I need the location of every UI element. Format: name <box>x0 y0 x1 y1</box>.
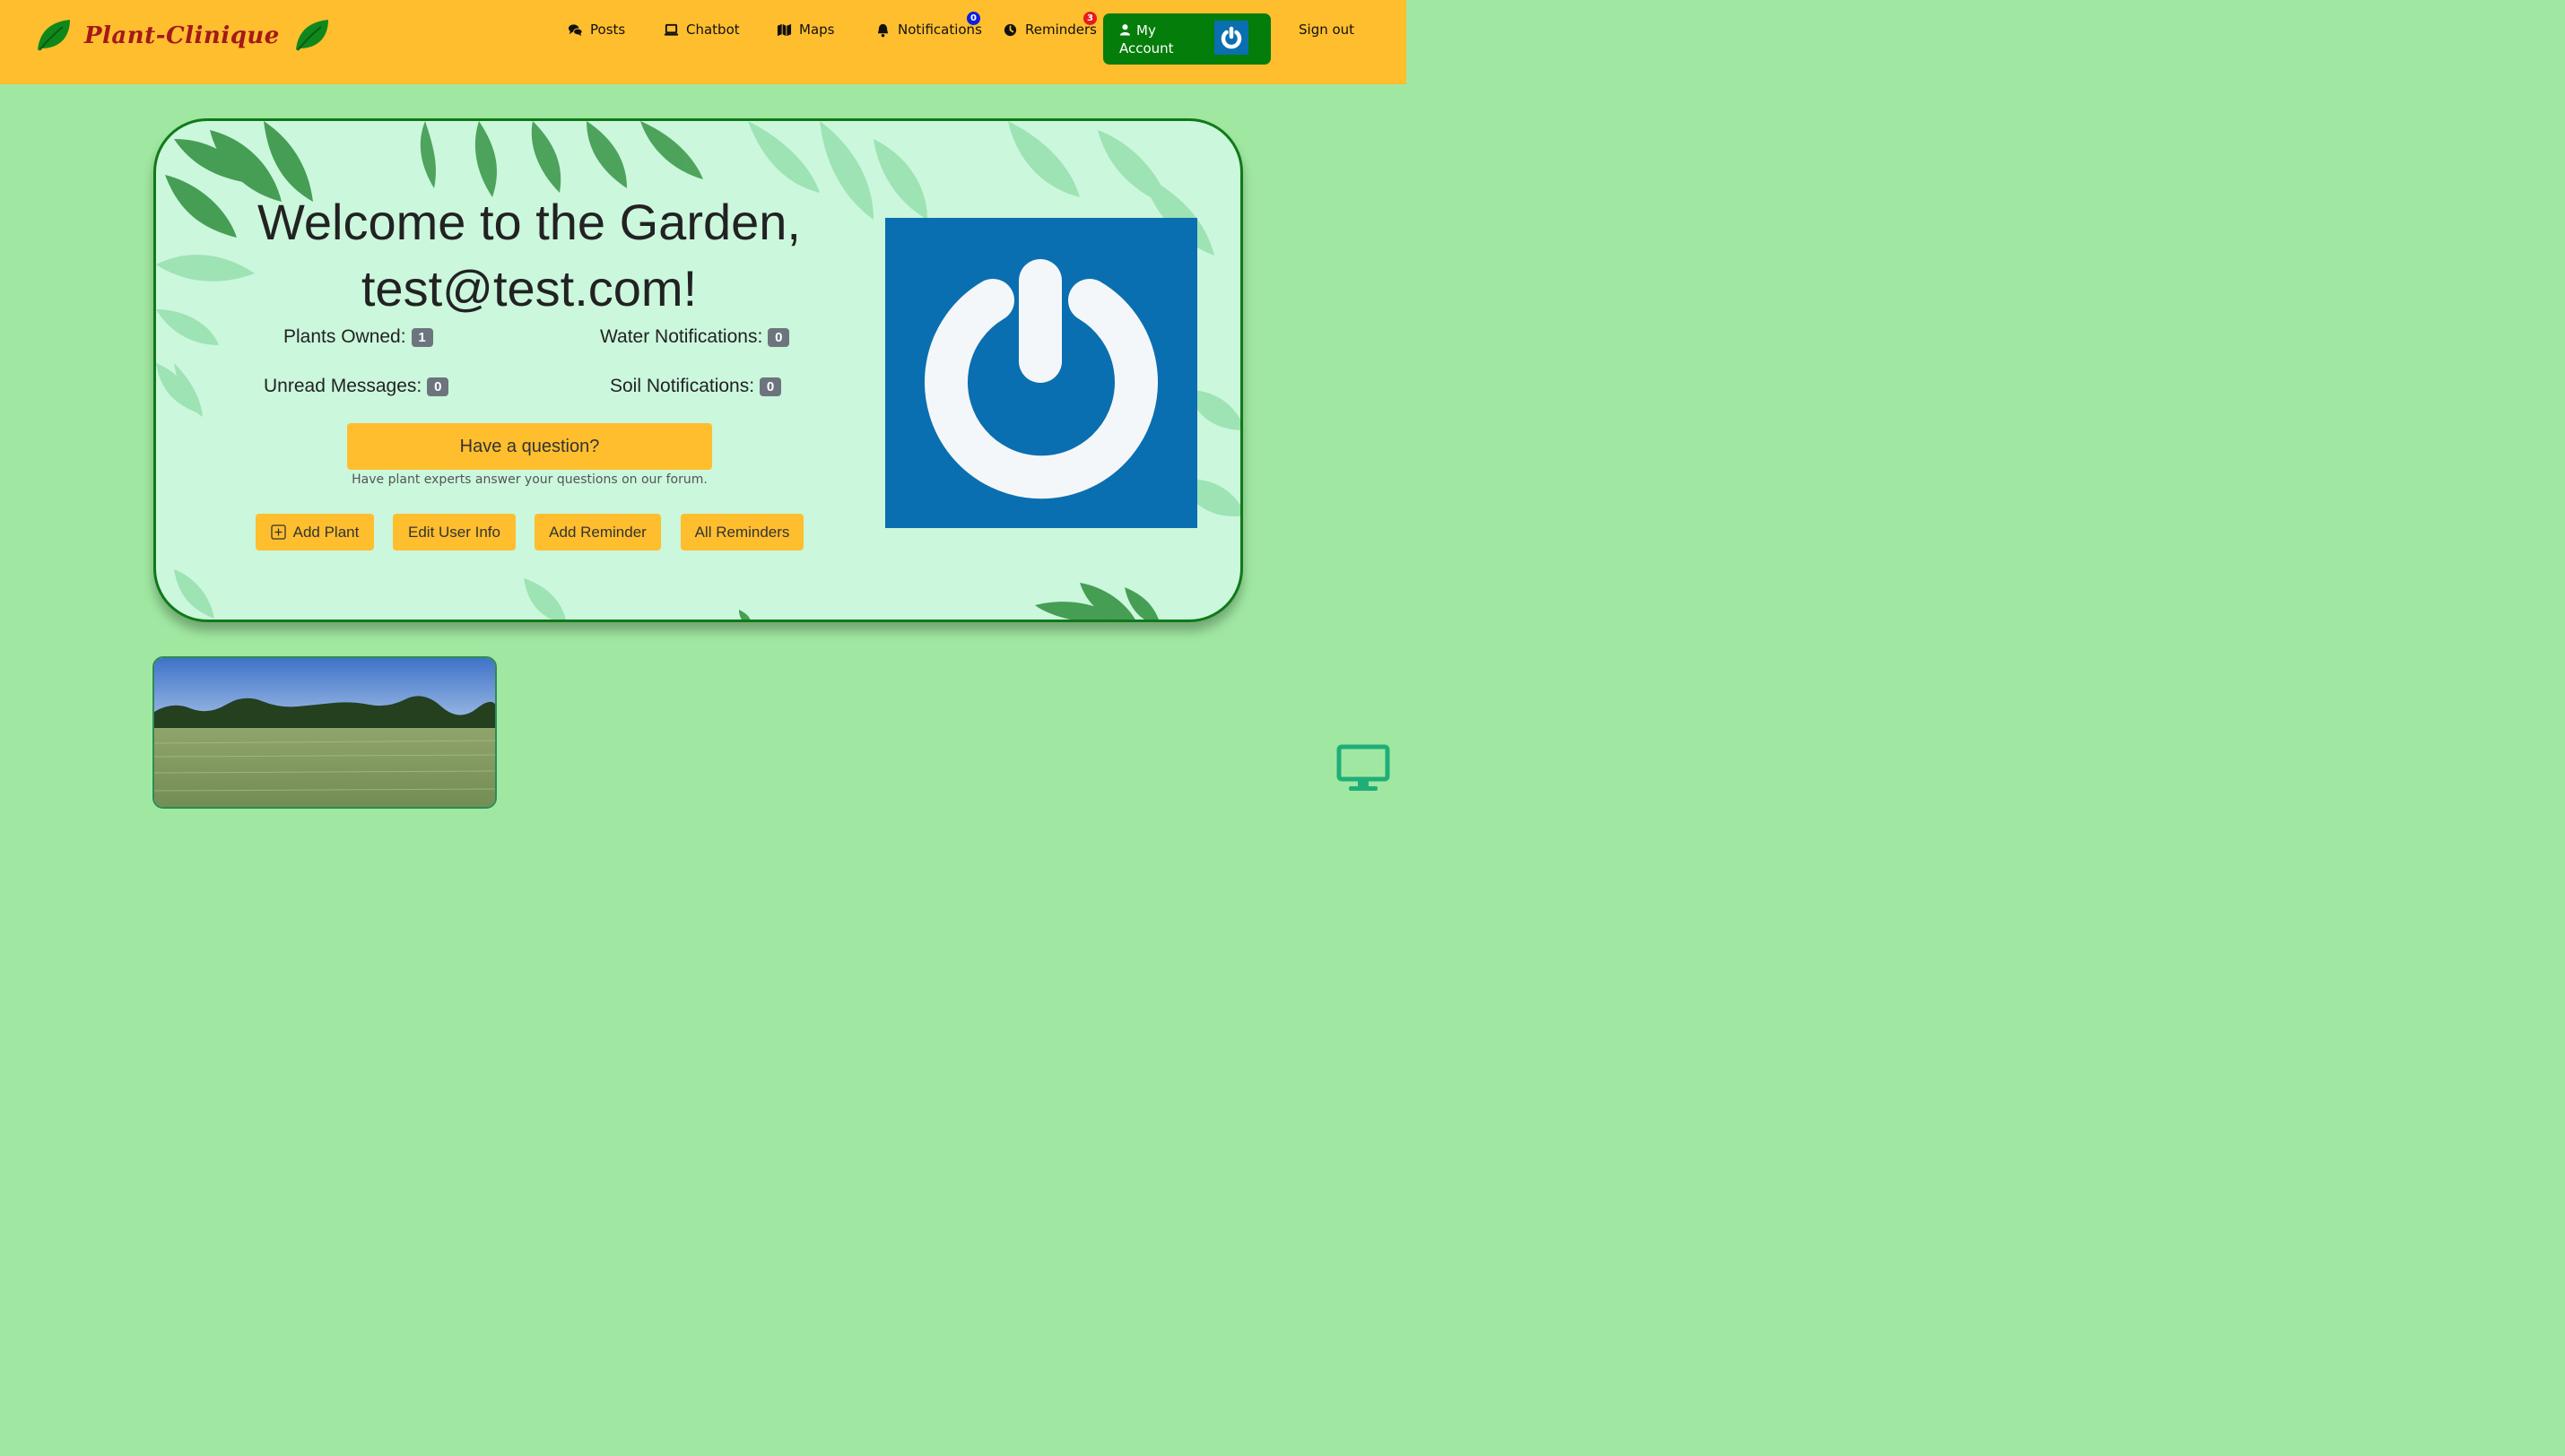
reminders-count-badge: 3 <box>1083 12 1097 25</box>
sign-out-link[interactable]: Sign out <box>1299 22 1354 38</box>
plants-owned-badge: 1 <box>411 327 433 347</box>
user-icon <box>1119 24 1131 36</box>
welcome-heading: Welcome to the Garden, test@test.com! <box>246 189 813 322</box>
nav-maps-label: Maps <box>799 22 835 38</box>
water-notifications-label: Water Notifications: <box>600 326 763 347</box>
unread-messages-badge: 0 <box>427 377 449 396</box>
edit-user-info-button[interactable]: Edit User Info <box>393 514 516 550</box>
nav-chatbot[interactable]: Chatbot <box>664 22 740 38</box>
leaf-icon <box>295 20 328 51</box>
add-plant-label: Add Plant <box>292 523 360 541</box>
bell-icon <box>877 23 889 37</box>
comments-icon <box>568 23 583 36</box>
soil-notifications-label: Soil Notifications: <box>610 376 755 396</box>
notifications-count-badge: 0 <box>967 12 980 25</box>
nav-posts[interactable]: Posts <box>568 22 625 38</box>
soil-notifications-stat: Soil Notifications: 0 <box>610 376 782 397</box>
nav-chatbot-label: Chatbot <box>686 22 740 38</box>
add-plant-button[interactable]: Add Plant <box>256 514 374 550</box>
nav-maps[interactable]: Maps <box>777 22 834 38</box>
account-label: My Account <box>1119 22 1191 57</box>
plants-owned-label: Plants Owned: <box>283 326 406 347</box>
leaf-icon <box>38 20 70 51</box>
plants-owned-stat: Plants Owned: 1 <box>283 326 433 348</box>
laptop-icon <box>664 23 679 36</box>
have-a-question-button[interactable]: Have a question? <box>347 423 712 470</box>
welcome-line-2: test@test.com! <box>361 260 698 316</box>
nav-reminders[interactable]: Reminders <box>1003 22 1097 38</box>
nav-posts-label: Posts <box>590 22 626 38</box>
my-account-button[interactable]: My Account <box>1103 13 1271 65</box>
monitor-icon[interactable] <box>1336 744 1390 794</box>
map-icon <box>777 23 792 36</box>
welcome-card: Welcome to the Garden, test@test.com! Pl… <box>153 118 1243 622</box>
question-help-text: Have plant experts answer your questions… <box>352 472 708 487</box>
unread-messages-label: Unread Messages: <box>264 376 422 396</box>
water-notifications-stat: Water Notifications: 0 <box>600 326 790 348</box>
all-reminders-button[interactable]: All Reminders <box>681 514 804 550</box>
water-notifications-badge: 0 <box>768 327 790 347</box>
clock-icon <box>1004 23 1017 36</box>
nav-notifications[interactable]: Notifications <box>875 22 982 38</box>
brand-name: Plant-Clinique <box>84 22 280 49</box>
navbar: Plant-Clinique Posts Chatbot Maps Notifi… <box>0 0 1406 84</box>
plant-photo <box>154 658 495 807</box>
avatar-icon <box>1214 21 1248 55</box>
plus-square-icon <box>270 524 286 540</box>
add-reminder-button[interactable]: Add Reminder <box>535 514 661 550</box>
soil-notifications-badge: 0 <box>760 377 782 396</box>
plant-card[interactable] <box>152 656 497 809</box>
welcome-line-1: Welcome to the Garden, <box>257 194 801 250</box>
brand[interactable]: Plant-Clinique <box>34 18 330 54</box>
unread-messages-stat: Unread Messages: 0 <box>264 376 449 397</box>
profile-picture <box>885 218 1197 528</box>
